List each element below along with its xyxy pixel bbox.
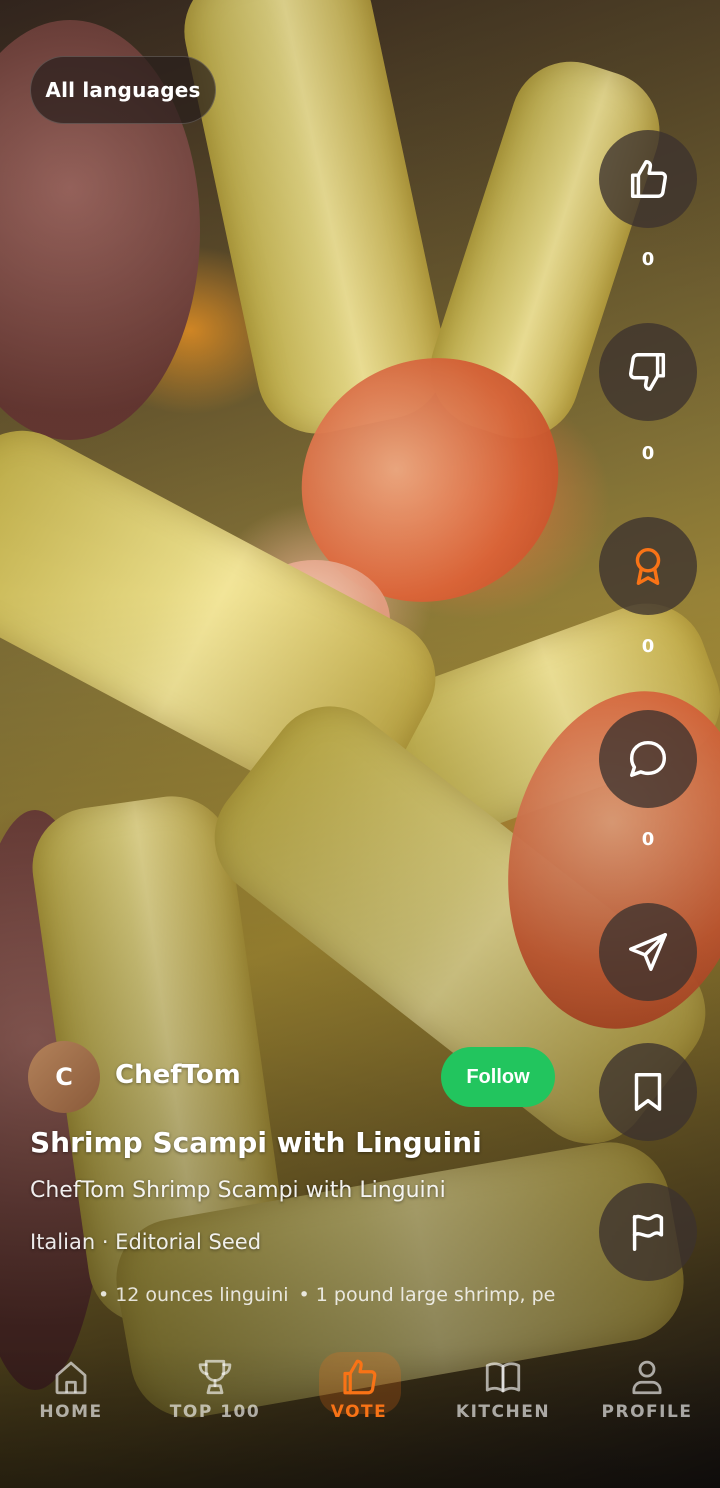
award-ribbon-icon — [635, 547, 661, 585]
ingredient-item: 12 ounces linguini — [98, 1280, 288, 1310]
language-filter-button[interactable]: All languages — [30, 56, 216, 124]
send-icon — [629, 933, 667, 971]
follow-button[interactable]: Follow — [441, 1047, 555, 1107]
nav-kitchen[interactable]: KITCHEN — [433, 1356, 573, 1436]
trophy-icon — [198, 1359, 232, 1395]
award-button[interactable] — [599, 517, 697, 615]
nav-vote[interactable]: VOTE — [289, 1356, 429, 1436]
bookmark-button[interactable] — [599, 1043, 697, 1141]
bookmark-icon — [634, 1073, 662, 1111]
flag-icon — [632, 1213, 664, 1251]
comment-count: 0 — [641, 829, 655, 850]
recipe-title: Shrimp Scampi with Linguini — [30, 1126, 482, 1159]
nav-profile-label: PROFILE — [601, 1402, 693, 1422]
recipe-subtitle: ChefTom Shrimp Scampi with Linguini — [30, 1178, 446, 1203]
nav-home-label: HOME — [39, 1402, 103, 1422]
nav-vote-label: VOTE — [330, 1402, 388, 1422]
nav-home[interactable]: HOME — [1, 1356, 141, 1436]
report-button[interactable] — [599, 1183, 697, 1281]
nav-kitchen-label: KITCHEN — [455, 1402, 551, 1422]
book-icon — [485, 1362, 521, 1393]
user-icon — [632, 1360, 662, 1395]
share-button[interactable] — [599, 903, 697, 1001]
comment-button[interactable] — [599, 710, 697, 808]
dislike-count: 0 — [641, 443, 655, 464]
dislike-button[interactable] — [599, 323, 697, 421]
thumbs-up-icon — [630, 160, 667, 198]
like-count: 0 — [641, 249, 655, 270]
home-icon — [55, 1361, 87, 1395]
nav-top-100[interactable]: TOP 100 — [145, 1356, 285, 1436]
comment-icon — [629, 740, 667, 778]
ingredient-item: 1 pound large shrimp, pe — [299, 1280, 556, 1310]
recipe-meta: Italian · Editorial Seed — [30, 1230, 262, 1254]
thumbs-up-icon — [343, 1359, 377, 1395]
author-name[interactable]: ChefTom — [115, 1060, 241, 1090]
ingredient-ticker: 12 ounces linguini 1 pound large shrimp,… — [98, 1280, 558, 1310]
nav-top-100-label: TOP 100 — [169, 1402, 261, 1422]
thumbs-down-icon — [629, 353, 666, 391]
like-button[interactable] — [599, 130, 697, 228]
award-count: 0 — [641, 636, 655, 657]
nav-profile[interactable]: PROFILE — [577, 1356, 717, 1436]
author-avatar[interactable]: C — [28, 1041, 100, 1113]
